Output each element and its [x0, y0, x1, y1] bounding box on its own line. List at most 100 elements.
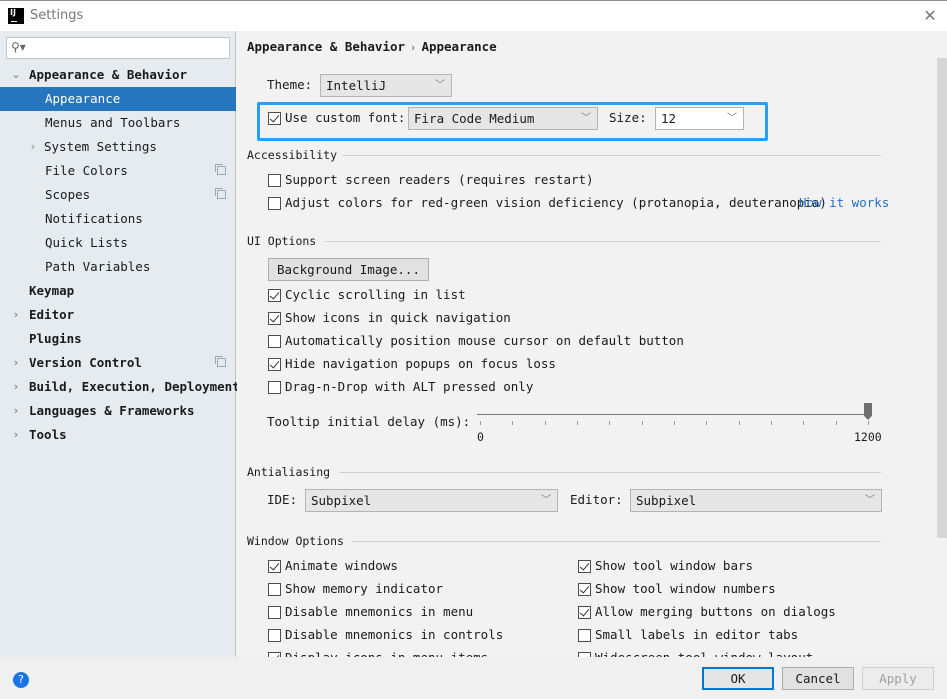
project-level-icon	[215, 164, 226, 175]
slider-tick	[512, 421, 514, 425]
chevron-right-icon[interactable]: ›	[27, 135, 39, 159]
tooltip-delay-slider-thumb[interactable]	[864, 403, 872, 420]
show-tool-window-numbers-checkbox[interactable]	[578, 583, 591, 596]
sidebar-item-path-variables[interactable]: Path Variables	[0, 255, 236, 279]
ide-antialiasing-label: IDE:	[267, 492, 298, 507]
disable-mnemonics-in-controls-label[interactable]: Disable mnemonics in controls	[285, 627, 503, 642]
sidebar-item-notifications[interactable]: Notifications	[0, 207, 236, 231]
apply-button[interactable]: Apply	[862, 667, 934, 690]
allow-merging-buttons-on-dialogs-checkbox[interactable]	[578, 606, 591, 619]
show-tool-window-bars-checkbox[interactable]	[578, 560, 591, 573]
hide-navigation-popups-on-focus-loss-label[interactable]: Hide navigation popups on focus loss	[285, 356, 556, 371]
sidebar-item-editor[interactable]: › Editor	[0, 303, 236, 327]
sidebar-item-system-settings[interactable]: › System Settings	[0, 135, 236, 159]
disable-mnemonics-in-menu-checkbox[interactable]	[268, 606, 281, 619]
drag-n-drop-with-alt-pressed-only-checkbox[interactable]	[268, 381, 281, 394]
adjust-colors-label[interactable]: Adjust colors for red-green vision defic…	[285, 195, 827, 210]
show-icons-in-quick-navigation-label[interactable]: Show icons in quick navigation	[285, 310, 511, 325]
slider-tick	[674, 421, 675, 425]
sidebar-item-label: File Colors	[45, 163, 128, 178]
sidebar-item-version-control[interactable]: › Version Control	[0, 351, 236, 375]
custom-font-dropdown[interactable]: Fira Code Medium ﹀	[408, 107, 598, 130]
disable-mnemonics-in-menu-label[interactable]: Disable mnemonics in menu	[285, 604, 473, 619]
search-input[interactable]	[29, 40, 225, 56]
chevron-right-icon[interactable]: ›	[10, 351, 22, 375]
sidebar-item-file-colors[interactable]: File Colors	[0, 159, 236, 183]
sidebar-item-keymap[interactable]: Keymap	[0, 279, 236, 303]
chevron-right-icon[interactable]: ›	[10, 399, 22, 423]
font-size-value: 12	[661, 111, 677, 126]
sidebar-item-plugins[interactable]: Plugins	[0, 327, 236, 351]
cancel-button[interactable]: Cancel	[782, 667, 854, 690]
sidebar-item-label: Scopes	[45, 187, 91, 202]
hide-navigation-popups-on-focus-loss-checkbox[interactable]	[268, 358, 281, 371]
drag-n-drop-with-alt-pressed-only-label[interactable]: Drag-n-Drop with ALT pressed only	[285, 379, 533, 394]
use-custom-font-label[interactable]: Use custom font:	[285, 110, 405, 125]
help-icon[interactable]: ?	[13, 672, 29, 688]
settings-tree: ⌄ Appearance & Behavior Appearance Menus an…	[0, 63, 240, 447]
sidebar-item-tools[interactable]: › Tools	[0, 423, 236, 447]
close-icon[interactable]: ✕	[921, 7, 939, 25]
show-memory-indicator-checkbox[interactable]	[268, 583, 281, 596]
how-it-works-link[interactable]: How it works	[799, 195, 889, 210]
sidebar-item-label: Notifications	[45, 211, 143, 226]
cyclic-scrolling-in-list-label[interactable]: Cyclic scrolling in list	[285, 287, 466, 302]
sidebar-item-label: Path Variables	[45, 259, 151, 274]
sidebar-item-quick-lists[interactable]: Quick Lists	[0, 231, 236, 255]
sidebar-item-label: Appearance & Behavior	[29, 67, 188, 82]
animate-windows-checkbox[interactable]	[268, 560, 281, 573]
section-divider	[342, 155, 881, 156]
tooltip-delay-slider-track[interactable]	[477, 414, 868, 415]
sidebar-item-menus-and-toolbars[interactable]: Menus and Toolbars	[0, 111, 236, 135]
support-screen-readers-checkbox[interactable]	[268, 174, 281, 187]
display-icons-in-menu-items-label[interactable]: Display icons in menu items	[285, 650, 488, 657]
ok-button[interactable]: OK	[702, 667, 774, 690]
adjust-colors-checkbox[interactable]	[268, 197, 281, 210]
background-image-button[interactable]: Background Image...	[268, 258, 429, 281]
slider-tick	[868, 421, 869, 425]
ide-antialiasing-dropdown[interactable]: Subpixel ﹀	[305, 489, 558, 512]
chevron-down-icon[interactable]: ⌄	[10, 63, 22, 87]
automatically-position-mouse-cursor-on-default-button-checkbox[interactable]	[268, 335, 281, 348]
vertical-scrollbar[interactable]	[937, 58, 947, 538]
window-options-section-header: Window Options	[247, 534, 881, 548]
show-tool-window-bars-label[interactable]: Show tool window bars	[595, 558, 753, 573]
sidebar-item-appearance-behavior[interactable]: ⌄ Appearance & Behavior	[0, 63, 236, 87]
sidebar-item-build-execution-deployment[interactable]: › Build, Execution, Deployment	[0, 375, 240, 399]
widescreen-tool-window-layout-label[interactable]: Widescreen tool window layout	[595, 650, 813, 657]
sidebar-item-label: Editor	[29, 307, 75, 322]
font-size-dropdown[interactable]: 12 ﹀	[655, 107, 744, 130]
small-labels-in-editor-tabs-label[interactable]: Small labels in editor tabs	[595, 627, 798, 642]
settings-search[interactable]: ⚲▾	[6, 37, 230, 59]
disable-mnemonics-in-controls-checkbox[interactable]	[268, 629, 281, 642]
sidebar-item-languages-frameworks[interactable]: › Languages & Frameworks	[0, 399, 236, 423]
small-labels-in-editor-tabs-checkbox[interactable]	[578, 629, 591, 642]
chevron-right-icon[interactable]: ›	[10, 303, 22, 327]
settings-sidebar: ⚲▾ ⌄ Appearance & Behavior Appearance Menus…	[0, 31, 240, 657]
tooltip-delay-label: Tooltip initial delay (ms):	[267, 414, 471, 429]
sidebar-item-label: Build, Execution, Deployment	[29, 379, 240, 394]
show-tool-window-numbers-label[interactable]: Show tool window numbers	[595, 581, 776, 596]
chevron-right-icon[interactable]: ›	[10, 375, 22, 399]
slider-min-label: 0	[477, 430, 484, 444]
sidebar-item-label: Keymap	[29, 283, 75, 298]
window-options-title: Window Options	[247, 534, 344, 548]
cyclic-scrolling-in-list-checkbox[interactable]	[268, 289, 281, 302]
sidebar-item-appearance[interactable]: Appearance	[0, 87, 236, 111]
sidebar-item-scopes[interactable]: Scopes	[0, 183, 236, 207]
animate-windows-label[interactable]: Animate windows	[285, 558, 398, 573]
slider-tick	[771, 421, 772, 425]
theme-dropdown[interactable]: IntelliJ ﹀	[320, 74, 452, 97]
editor-antialiasing-value: Subpixel	[636, 493, 697, 508]
use-custom-font-checkbox[interactable]	[268, 112, 281, 125]
show-memory-indicator-label[interactable]: Show memory indicator	[285, 581, 443, 596]
chevron-right-icon[interactable]: ›	[10, 423, 22, 447]
automatically-position-mouse-cursor-on-default-button-label[interactable]: Automatically position mouse cursor on d…	[285, 333, 684, 348]
editor-antialiasing-dropdown[interactable]: Subpixel ﹀	[630, 489, 882, 512]
support-screen-readers-label[interactable]: Support screen readers (requires restart…	[285, 172, 594, 187]
allow-merging-buttons-on-dialogs-label[interactable]: Allow merging buttons on dialogs	[595, 604, 836, 619]
slider-tick	[480, 421, 481, 425]
accessibility-section-header: Accessibility	[247, 148, 881, 162]
show-icons-in-quick-navigation-checkbox[interactable]	[268, 312, 281, 325]
slider-tick	[609, 421, 611, 425]
